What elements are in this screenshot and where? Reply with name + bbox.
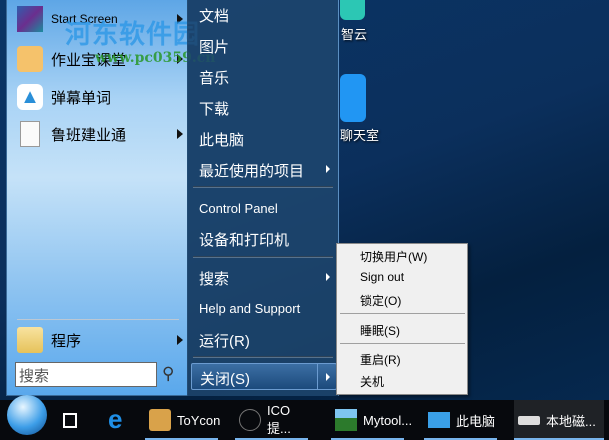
menu-item-programs[interactable]: 程序 <box>17 327 187 353</box>
submenu-arrow-icon <box>326 273 330 281</box>
menu-item-documents[interactable]: 文档 <box>199 5 334 26</box>
menu-item-label: 文档 <box>199 8 230 25</box>
separator <box>193 356 333 358</box>
separator <box>193 256 333 258</box>
menu-item-pictures[interactable]: 图片 <box>199 36 334 57</box>
watermark: 河东软件园 <box>65 14 200 51</box>
mytool-icon <box>335 409 357 431</box>
menu-item-label: 图片 <box>199 39 230 56</box>
menu-item-recent[interactable]: 最近使用的项目 <box>199 160 334 181</box>
edge-browser-icon[interactable]: e <box>108 406 122 432</box>
menu-item-label: 弹幕单词 <box>51 89 112 107</box>
menu-item-label: 鲁班建业通 <box>51 126 127 144</box>
menu-item-search[interactable]: 搜索 <box>199 268 334 289</box>
menu-item-label: 程序 <box>51 332 82 350</box>
taskbar-item-label: 此电脑 <box>456 413 496 429</box>
menu-item-music[interactable]: 音乐 <box>199 67 334 88</box>
task-view-icon[interactable] <box>63 413 77 428</box>
button-divider <box>317 364 318 389</box>
menu-item-label: Help and Support <box>199 301 301 316</box>
computer-icon <box>428 412 450 428</box>
menu-item-sign-out[interactable]: Sign out <box>360 270 404 284</box>
submenu-arrow-icon <box>326 165 330 173</box>
toycon-icon <box>149 409 171 431</box>
menu-item-label: 搜索 <box>199 271 230 288</box>
menu-item-sleep[interactable]: 睡眠(S) <box>360 322 400 339</box>
menu-item-luban[interactable]: 鲁班建业通 <box>17 121 187 147</box>
separator <box>193 186 333 188</box>
menu-item-label: Control Panel <box>199 201 278 216</box>
taskbar-item-local-disk[interactable]: 本地磁... <box>514 400 604 440</box>
file-icon <box>20 121 40 147</box>
menu-item-label: 设备和打印机 <box>199 232 290 249</box>
menu-item-label: 运行(R) <box>199 333 250 350</box>
taskbar-item-label: Mytool... <box>363 412 413 428</box>
search-placeholder: 搜索 <box>19 368 50 385</box>
menu-item-run[interactable]: 运行(R) <box>199 330 334 351</box>
menu-item-switch-user[interactable]: 切换用户(W) <box>360 248 427 265</box>
taskbar-item-this-pc[interactable]: 此电脑 <box>424 400 497 440</box>
menu-item-shutdown[interactable]: 关机 <box>360 373 384 390</box>
separator <box>340 313 465 314</box>
menu-item-lock[interactable]: 锁定(O) <box>360 292 401 309</box>
menu-item-this-pc[interactable]: 此电脑 <box>199 129 334 150</box>
watermark-title: 河东软件园 <box>65 19 201 49</box>
menu-item-restart[interactable]: 重启(R) <box>360 351 401 368</box>
ico-extractor-icon <box>239 409 261 431</box>
taskbar-item-label: ICO提... <box>267 403 291 436</box>
taskbar-item-label: 本地磁... <box>546 413 596 429</box>
taskbar-item-mytool[interactable]: Mytool... <box>331 400 412 440</box>
app-icon <box>17 46 43 72</box>
taskbar-item-ico[interactable]: ICO提... <box>235 400 308 440</box>
menu-item-label: 下载 <box>199 101 230 118</box>
desktop-icon-label: 智云 <box>341 27 368 42</box>
shutdown-options-arrow-icon[interactable] <box>326 373 330 381</box>
chat-icon <box>340 74 366 122</box>
menu-item-label: 此电脑 <box>199 132 245 149</box>
programs-folder-icon <box>17 327 43 353</box>
power-options-menu: 切换用户(W) Sign out 锁定(O) 睡眠(S) 重启(R) 关机 <box>336 243 468 395</box>
search-input[interactable]: 搜索 <box>15 362 157 387</box>
shutdown-button[interactable]: 关闭(S) <box>191 363 337 390</box>
menu-item-help[interactable]: Help and Support <box>199 301 334 316</box>
shutdown-label: 关闭(S) <box>200 371 250 388</box>
drive-icon <box>518 415 540 425</box>
menu-item-downloads[interactable]: 下载 <box>199 98 334 119</box>
danmu-app-icon: ▲ <box>17 84 43 110</box>
start-menu-right-pane: 文档 图片 音乐 下载 此电脑 最近使用的项目 Control Panel 设备… <box>187 0 339 396</box>
submenu-arrow-icon <box>177 129 183 139</box>
menu-item-label: 最近使用的项目 <box>199 163 305 180</box>
separator <box>340 343 465 344</box>
taskbar: e ToYcon ICO提... Mytool... 此电脑 本地磁... <box>0 395 609 440</box>
zhiyun-icon <box>340 0 365 20</box>
desktop-icon-label: 聊天室 <box>340 128 380 143</box>
menu-item-label: 音乐 <box>199 70 230 87</box>
menu-item-danmu[interactable]: ▲ 弹幕单词 <box>17 84 187 110</box>
search-icon[interactable]: ⚲ <box>162 364 174 384</box>
menu-item-devices-printers[interactable]: 设备和打印机 <box>199 229 334 250</box>
start-orb-button[interactable] <box>7 395 47 435</box>
menu-item-control-panel[interactable]: Control Panel <box>199 201 334 216</box>
taskbar-item-toycon[interactable]: ToYcon <box>145 400 221 440</box>
taskbar-item-label: ToYcon <box>177 412 221 428</box>
submenu-arrow-icon <box>177 335 183 345</box>
start-screen-icon <box>17 6 43 32</box>
separator <box>17 319 179 320</box>
